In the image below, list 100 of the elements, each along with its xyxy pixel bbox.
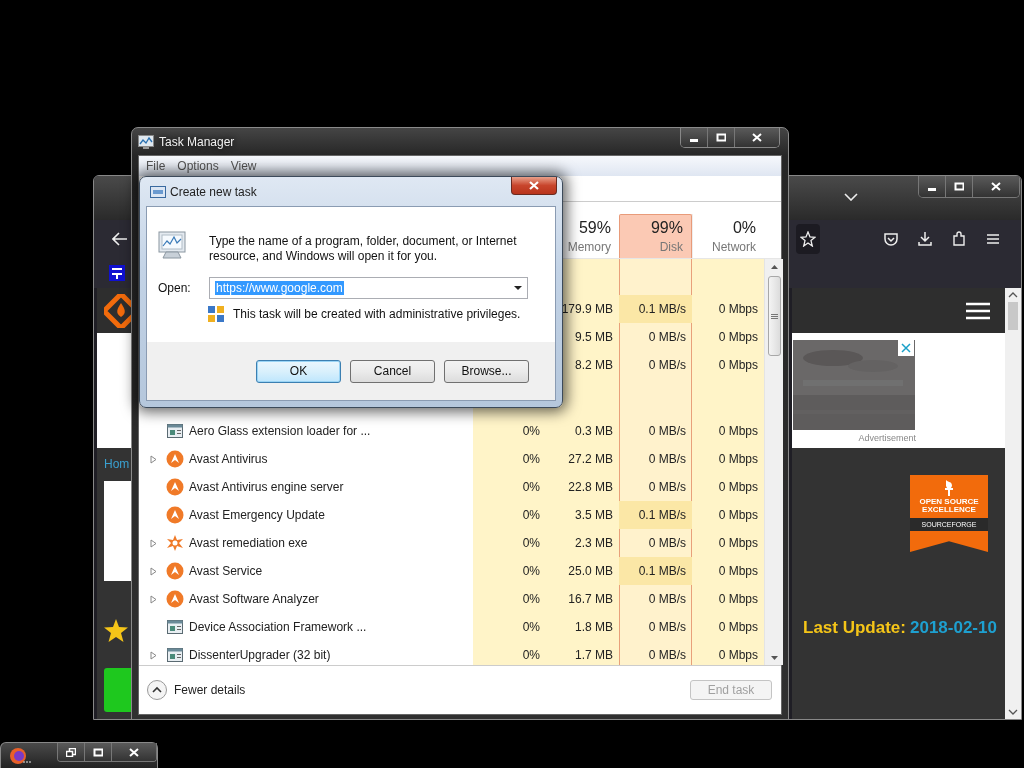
table-cell-text: 9.5 MB <box>574 329 614 346</box>
back-arrow-icon[interactable] <box>112 232 128 246</box>
ad-label: Advertisement <box>857 433 916 443</box>
minimize-button[interactable] <box>919 176 945 197</box>
scroll-up-icon[interactable] <box>770 265 778 269</box>
close-button[interactable] <box>734 128 779 147</box>
ad-close-button[interactable] <box>898 340 914 356</box>
process-name: Avast Antivirus engine server <box>189 480 344 494</box>
column-header[interactable]: 99% Disk <box>619 214 692 258</box>
process-name: Avast Antivirus <box>189 452 268 466</box>
table-cell-text: 0% <box>521 479 541 496</box>
badge-title: OPEN SOURCE EXCELLENCE <box>918 498 980 514</box>
menu-item[interactable]: File <box>146 159 166 173</box>
maximize-icon <box>93 747 103 757</box>
process-name: Avast Service <box>189 564 263 578</box>
expand-arrow-icon[interactable] <box>150 566 157 576</box>
app-window-icon <box>166 424 183 438</box>
table-cell-text: 0% <box>521 423 541 440</box>
scrollbar[interactable] <box>764 259 783 665</box>
run-window-icon <box>150 185 166 198</box>
expand-arrow-icon[interactable] <box>150 538 157 548</box>
browser-app-icon[interactable] <box>9 747 31 765</box>
table-cell: 0.1 MB/s <box>619 501 692 529</box>
table-cell-text: 2.3 MB <box>574 535 614 552</box>
table-cell-text: 0% <box>521 591 541 608</box>
table-cell-text: 25.0 MB <box>567 563 614 580</box>
table-cell-text: 0% <box>521 535 541 552</box>
table-cell-text: 0 Mbps <box>717 563 759 580</box>
scroll-thumb[interactable] <box>1008 302 1018 330</box>
table-cell-text: 8.2 MB <box>574 357 614 374</box>
menu-icon[interactable] <box>985 231 1001 247</box>
close-icon <box>752 133 762 142</box>
dialog-button[interactable]: Cancel <box>350 359 435 383</box>
puzzle-icon[interactable] <box>951 231 967 247</box>
home-link[interactable]: Hom <box>104 457 131 471</box>
restore-button[interactable] <box>58 743 84 761</box>
expand-arrow-icon[interactable] <box>150 594 157 604</box>
dialog-button[interactable]: OK <box>256 359 341 383</box>
maximize-button[interactable] <box>84 743 111 761</box>
expand-arrow-icon[interactable] <box>150 650 157 660</box>
expand-arrow-icon[interactable] <box>150 454 157 464</box>
scroll-up-icon[interactable] <box>1008 292 1018 298</box>
close-icon <box>529 181 539 190</box>
table-cell-text: 0% <box>521 647 541 664</box>
app-icon <box>165 590 184 608</box>
star-icon <box>104 619 128 642</box>
download-icon[interactable] <box>917 231 933 247</box>
scroll-down-icon[interactable] <box>770 656 778 660</box>
maximize-button[interactable] <box>945 176 972 197</box>
table-cell-text: 0 Mbps <box>717 329 759 346</box>
close-icon <box>991 182 1001 191</box>
table-cell-text: 3.5 MB <box>574 507 614 524</box>
app-window-icon <box>166 620 183 634</box>
minimize-button[interactable] <box>681 128 707 147</box>
chevron-down-icon[interactable] <box>844 193 858 201</box>
close-button[interactable] <box>511 177 557 195</box>
table-cell-text: 0% <box>521 619 541 636</box>
table-cell-text: 0 MB/s <box>647 451 687 468</box>
scrollbar[interactable] <box>1005 288 1021 719</box>
table-cell-text: 0 Mbps <box>717 619 759 636</box>
maximize-icon <box>716 133 726 142</box>
site-logo[interactable] <box>104 293 131 328</box>
close-button[interactable] <box>111 743 156 761</box>
torch-icon <box>943 480 955 496</box>
table-cell-text: 0 Mbps <box>717 357 759 374</box>
table-cell: 0.1 MB/s <box>619 295 692 323</box>
table-cell-text: 0 Mbps <box>717 451 759 468</box>
table-cell-text: 0% <box>521 507 541 524</box>
maximize-button[interactable] <box>707 128 734 147</box>
table-cell-text: 1.7 MB <box>574 647 614 664</box>
app-window-icon <box>166 648 183 662</box>
menu-icon[interactable] <box>966 301 990 320</box>
menu-item[interactable]: Options <box>177 159 219 173</box>
process-name: Aero Glass extension loader for ... <box>189 424 371 438</box>
pocket-icon[interactable] <box>883 231 899 247</box>
fewer-details-link[interactable]: Fewer details <box>174 683 246 697</box>
close-icon <box>129 747 139 757</box>
menu-item[interactable]: View <box>230 159 257 173</box>
app-icon <box>165 450 184 468</box>
table-cell-text: 0 MB/s <box>647 619 687 636</box>
process-name: Avast remediation exe <box>189 536 308 550</box>
table-cell: 0.1 MB/s <box>619 557 692 585</box>
dropdown-caret-icon[interactable] <box>514 286 522 290</box>
dialog-button[interactable]: Browse... <box>444 359 529 383</box>
last-update-date: 2018-02-10 <box>909 618 997 638</box>
table-cell-text: 179.9 MB <box>560 301 614 318</box>
close-button[interactable] <box>972 176 1019 197</box>
process-name: Device Association Framework ... <box>189 620 367 634</box>
burst-icon <box>165 534 184 552</box>
table-cell-text: 0.3 MB <box>574 423 614 440</box>
table-cell-text: 0% <box>521 451 541 468</box>
bookmark-icon[interactable] <box>109 265 125 281</box>
process-name: Avast Emergency Update <box>189 508 325 522</box>
table-cell-text: 0 MB/s <box>647 329 687 346</box>
table-cell-text: 0 Mbps <box>717 507 759 524</box>
scroll-down-icon[interactable] <box>1008 709 1018 715</box>
table-cell-text: 0 Mbps <box>717 479 759 496</box>
collapse-chevron-icon[interactable] <box>147 680 167 700</box>
bookmark-star-button[interactable] <box>796 224 820 254</box>
column-header[interactable]: 0% Network <box>692 214 764 258</box>
